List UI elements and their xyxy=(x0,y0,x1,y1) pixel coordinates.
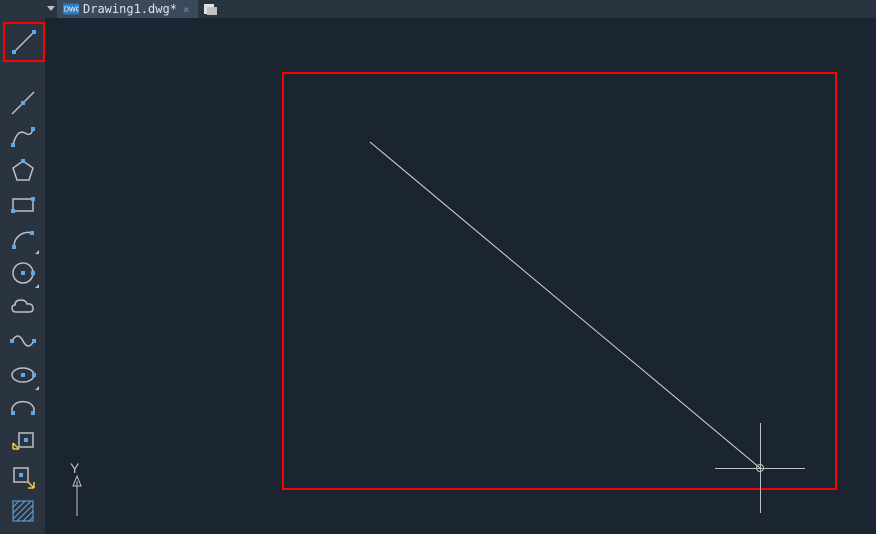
polygon-tool[interactable] xyxy=(5,154,41,188)
drawing-canvas[interactable]: Y xyxy=(45,18,876,534)
line-tool[interactable] xyxy=(3,22,45,62)
spline-tool[interactable] xyxy=(5,324,41,358)
polygon-icon xyxy=(9,157,37,185)
polyline-icon xyxy=(9,123,37,151)
new-document-icon xyxy=(203,3,217,15)
arc-tool[interactable] xyxy=(5,222,41,256)
tab-list-dropdown[interactable] xyxy=(45,0,57,18)
line-icon xyxy=(10,28,38,56)
cloud-icon xyxy=(9,293,37,321)
ucs-icon: Y xyxy=(57,461,97,524)
chevron-down-icon xyxy=(47,6,55,12)
rectangle-tool[interactable] xyxy=(5,188,41,222)
draw-toolbar xyxy=(0,0,45,534)
dwg-file-icon: DWG xyxy=(63,3,79,15)
ellipse-arc-icon xyxy=(9,395,37,423)
new-tab-button[interactable] xyxy=(200,0,220,18)
rectangle-icon xyxy=(9,191,37,219)
xline-tool[interactable] xyxy=(5,86,41,120)
xline-icon xyxy=(9,89,37,117)
polyline-tool[interactable] xyxy=(5,120,41,154)
dropdown-indicator xyxy=(35,284,39,288)
dropdown-indicator xyxy=(35,386,39,390)
insert-block-icon xyxy=(9,429,37,457)
make-block-icon xyxy=(9,463,37,491)
ellipse-icon xyxy=(9,361,37,389)
hatch-tool[interactable] xyxy=(5,494,41,528)
document-tab[interactable]: DWG Drawing1.dwg* × xyxy=(57,0,198,18)
hatch-icon xyxy=(9,497,37,525)
dropdown-indicator xyxy=(35,250,39,254)
circle-tool[interactable] xyxy=(5,256,41,290)
arc-icon xyxy=(9,225,37,253)
tab-close-button[interactable]: × xyxy=(181,3,192,16)
ellipse-tool[interactable] xyxy=(5,358,41,392)
drawn-line-segment xyxy=(45,18,876,534)
spline-icon xyxy=(9,327,37,355)
tab-title: Drawing1.dwg* xyxy=(83,2,177,16)
circle-icon xyxy=(9,259,37,287)
make-block-tool[interactable] xyxy=(5,460,41,494)
insert-block-tool[interactable] xyxy=(5,426,41,460)
ucs-y-label: Y xyxy=(70,461,80,476)
svg-text:DWG: DWG xyxy=(64,6,79,14)
revcloud-tool[interactable] xyxy=(5,290,41,324)
ellipse-arc-tool[interactable] xyxy=(5,392,41,426)
tab-bar: DWG Drawing1.dwg* × xyxy=(45,0,876,18)
